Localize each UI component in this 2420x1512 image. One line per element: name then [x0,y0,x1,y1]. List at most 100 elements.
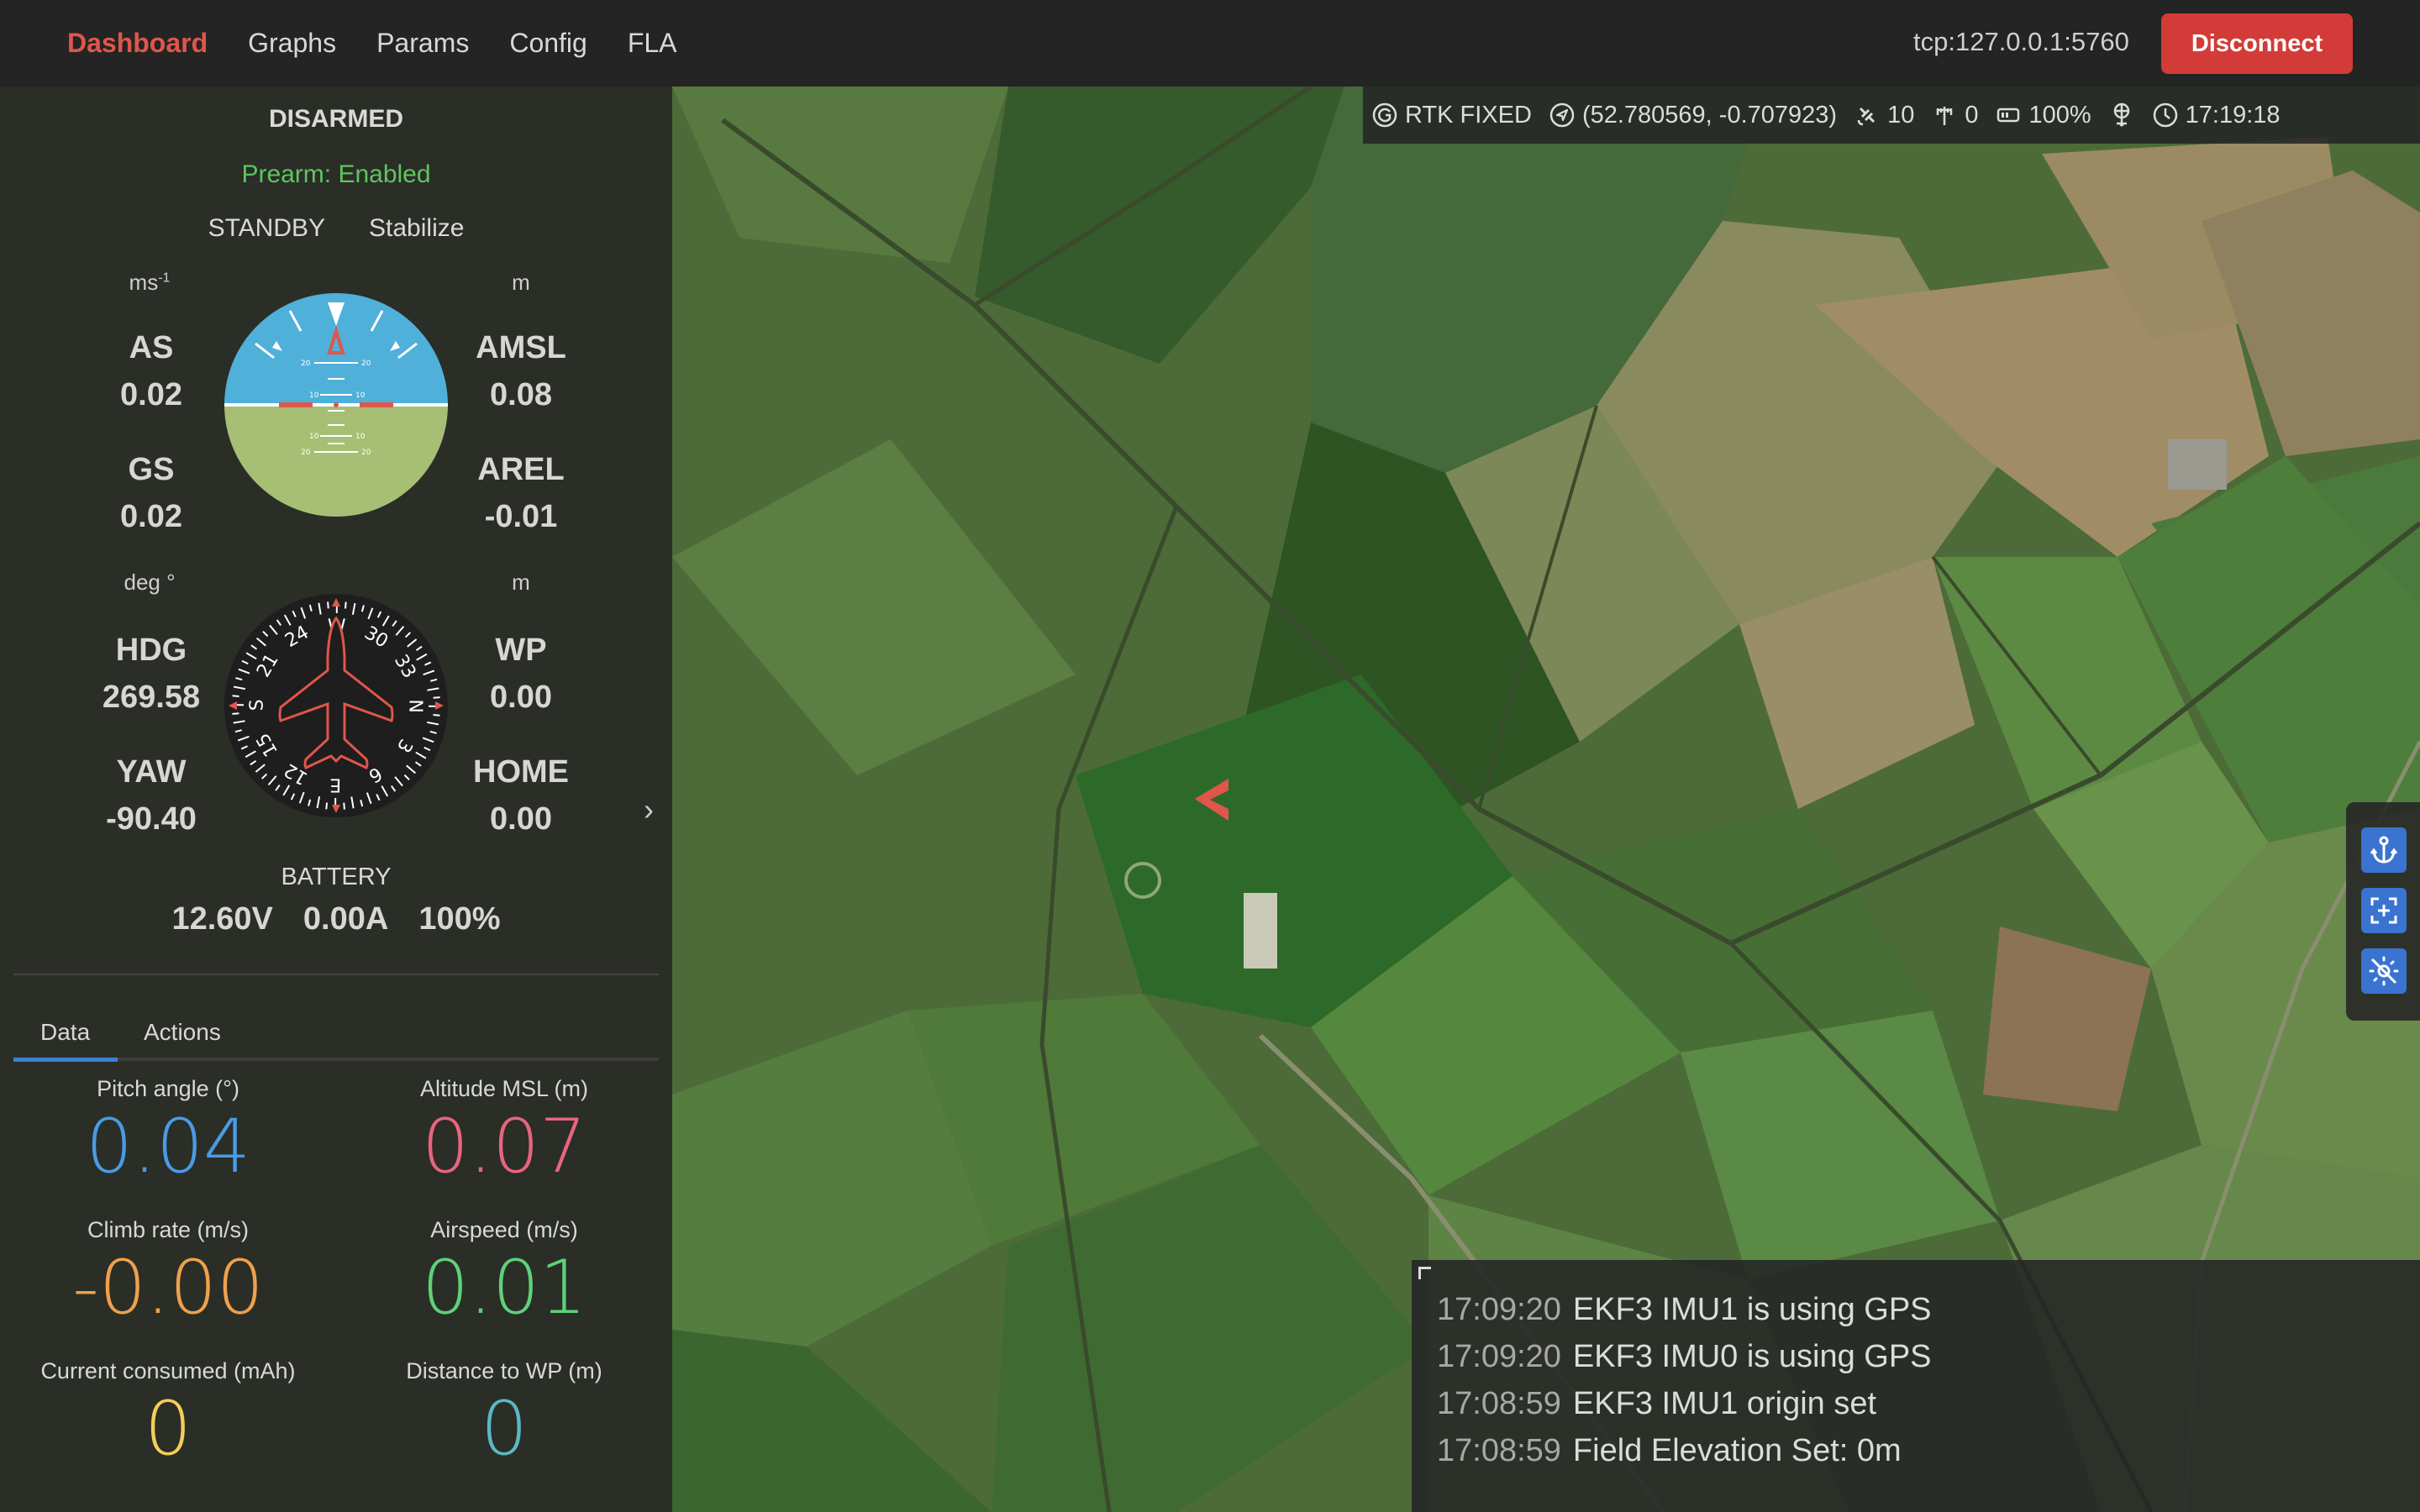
compass-label: S [246,699,267,711]
battery-title: BATTERY [281,864,392,890]
compass-tick [433,713,440,717]
arel-label: AREL [477,452,565,487]
antenna-icon [1937,107,1953,125]
signal-value: 0 [1965,101,1979,129]
main-nav: Dashboard Graphs Params Config FLA [67,0,677,87]
anchor-button[interactable] [2361,827,2407,873]
no-sun-icon [2369,956,2399,986]
home-value: 0.00 [490,801,552,837]
battery-current: 0.00A [302,901,389,937]
network-status[interactable] [2108,102,2135,129]
compass-tick [325,802,329,810]
mode-row: STANDBY Stabilize [0,214,672,243]
compass-tick [343,802,345,810]
nav-params[interactable]: Params [376,28,469,59]
collapse-sidebar-chevron-icon[interactable]: › [644,792,654,827]
compass-label: E [329,774,341,795]
home-label: HOME [473,754,569,790]
message-text: EKF3 IMU1 is using GPS [1572,1292,1932,1327]
nav-graphs[interactable]: Graphs [248,28,336,59]
message-text: Field Elevation Set: 0m [1572,1433,1902,1468]
speed-unit-text: ms [129,270,159,295]
nav-dashboard[interactable]: Dashboard [67,28,208,59]
message-text: EKF3 IMU0 is using GPS [1572,1339,1932,1374]
metric-label: Airspeed (m/s) [430,1217,578,1242]
amsl-value: 0.08 [490,377,552,412]
battery-percent: 100% [418,901,501,937]
location-arrow-icon [1549,102,1575,128]
prearm-status: Prearm: Enabled [241,160,431,188]
hdg-value: 269.58 [102,680,201,715]
tab-data[interactable]: Data [40,1019,90,1046]
compass-tick [433,696,440,699]
top-nav-bar: Dashboard Graphs Params Config FLA tcp:1… [0,0,2420,87]
metric-value: 0.01 [422,1244,587,1331]
gps-fix-text: RTK FIXED [1405,101,1532,129]
pitch-tick: 10 [355,433,366,441]
signal-status: 0 [1931,102,1978,129]
divider [13,974,659,975]
message-row: 17:08:59 Field Elevation Set: 0m [1437,1433,1902,1469]
metric-label: Distance to WP (m) [406,1358,602,1383]
nav-config[interactable]: Config [509,28,587,59]
yaw-label: YAW [116,754,187,790]
battery-percent-status: 100% [2028,101,2091,129]
sidebar-tabs: Data Actions [13,1011,659,1062]
battery-values: 12.60V 0.00A 100% [0,901,672,937]
amsl-label: AMSL [476,330,566,365]
position-status: (52.780569, -0.707923) [1549,102,1837,129]
compass-tick [232,712,239,715]
disconnect-button[interactable]: Disconnect [2161,13,2353,74]
metric-label: Current consumed (mAh) [40,1358,296,1383]
attitude-indicator: 20 20 10 10 10 10 20 20 [224,293,448,517]
deg-unit: deg ° [124,570,176,595]
metric-value: -0.00 [72,1244,264,1331]
center-map-button[interactable] [2361,888,2407,933]
network-icon [2113,102,2129,127]
hdg-label: HDG [115,633,187,668]
nav-fla[interactable]: FLA [628,28,677,59]
connection-address: tcp:127.0.0.1:5760 [1913,27,2129,56]
resize-handle-icon[interactable] [1418,1267,1431,1279]
battery-status: 100% [1995,102,2091,129]
metric-value: 0 [481,1385,528,1472]
metric-label: Altitude MSL (m) [419,1076,589,1101]
metric-label: Pitch angle (°) [97,1076,239,1101]
system-status: STANDBY [208,214,326,242]
aircraft-wing-left [279,402,313,407]
tab-actions[interactable]: Actions [144,1019,221,1046]
status-bar: RTK FIXED (52.780569, -0.707923) 10 0 10… [1363,87,2420,144]
ground [224,405,448,517]
arm-state: DISARMED [268,105,403,133]
satellite-icon [1857,107,1876,126]
arel-value: -0.01 [484,499,558,534]
pitch-tick: 20 [361,449,371,457]
gps-fix-status: RTK FIXED [1371,102,1532,129]
metric-label: Climb rate (m/s) [87,1217,249,1242]
clock-status: 17:19:18 [2152,102,2281,129]
speed-unit-sup: -1 [158,270,171,286]
aircraft-wing-right [360,402,393,407]
speed-unit: ms-1 [99,270,200,296]
wp-value: 0.00 [490,680,552,715]
message-log: 17:09:20 EKF3 IMU1 is using GPS 17:09:20 E… [1412,1260,2420,1512]
clock-time: 17:19:18 [2185,101,2281,129]
message-row: 17:09:20 EKF3 IMU0 is using GPS [1437,1339,1932,1375]
position-text: (52.780569, -0.707923) [1581,101,1838,129]
dist-unit: m [512,570,530,595]
building [2168,439,2227,490]
pitch-tick: 10 [309,391,319,400]
building [1244,893,1277,969]
pitch-tick: 20 [301,360,311,368]
message-time: 17:09:20 [1437,1292,1561,1327]
as-value: 0.02 [120,377,182,412]
message-time: 17:08:59 [1437,1433,1561,1468]
compass-label: N [404,699,425,713]
message-text: EKF3 IMU1 origin set [1572,1386,1877,1421]
clock-icon [2153,102,2177,128]
toggle-daylight-button[interactable] [2361,948,2407,994]
center-focus-icon [2370,897,2397,924]
aircraft-center [334,402,339,407]
metric-value: 0 [145,1385,192,1472]
compass-tick [327,601,329,609]
